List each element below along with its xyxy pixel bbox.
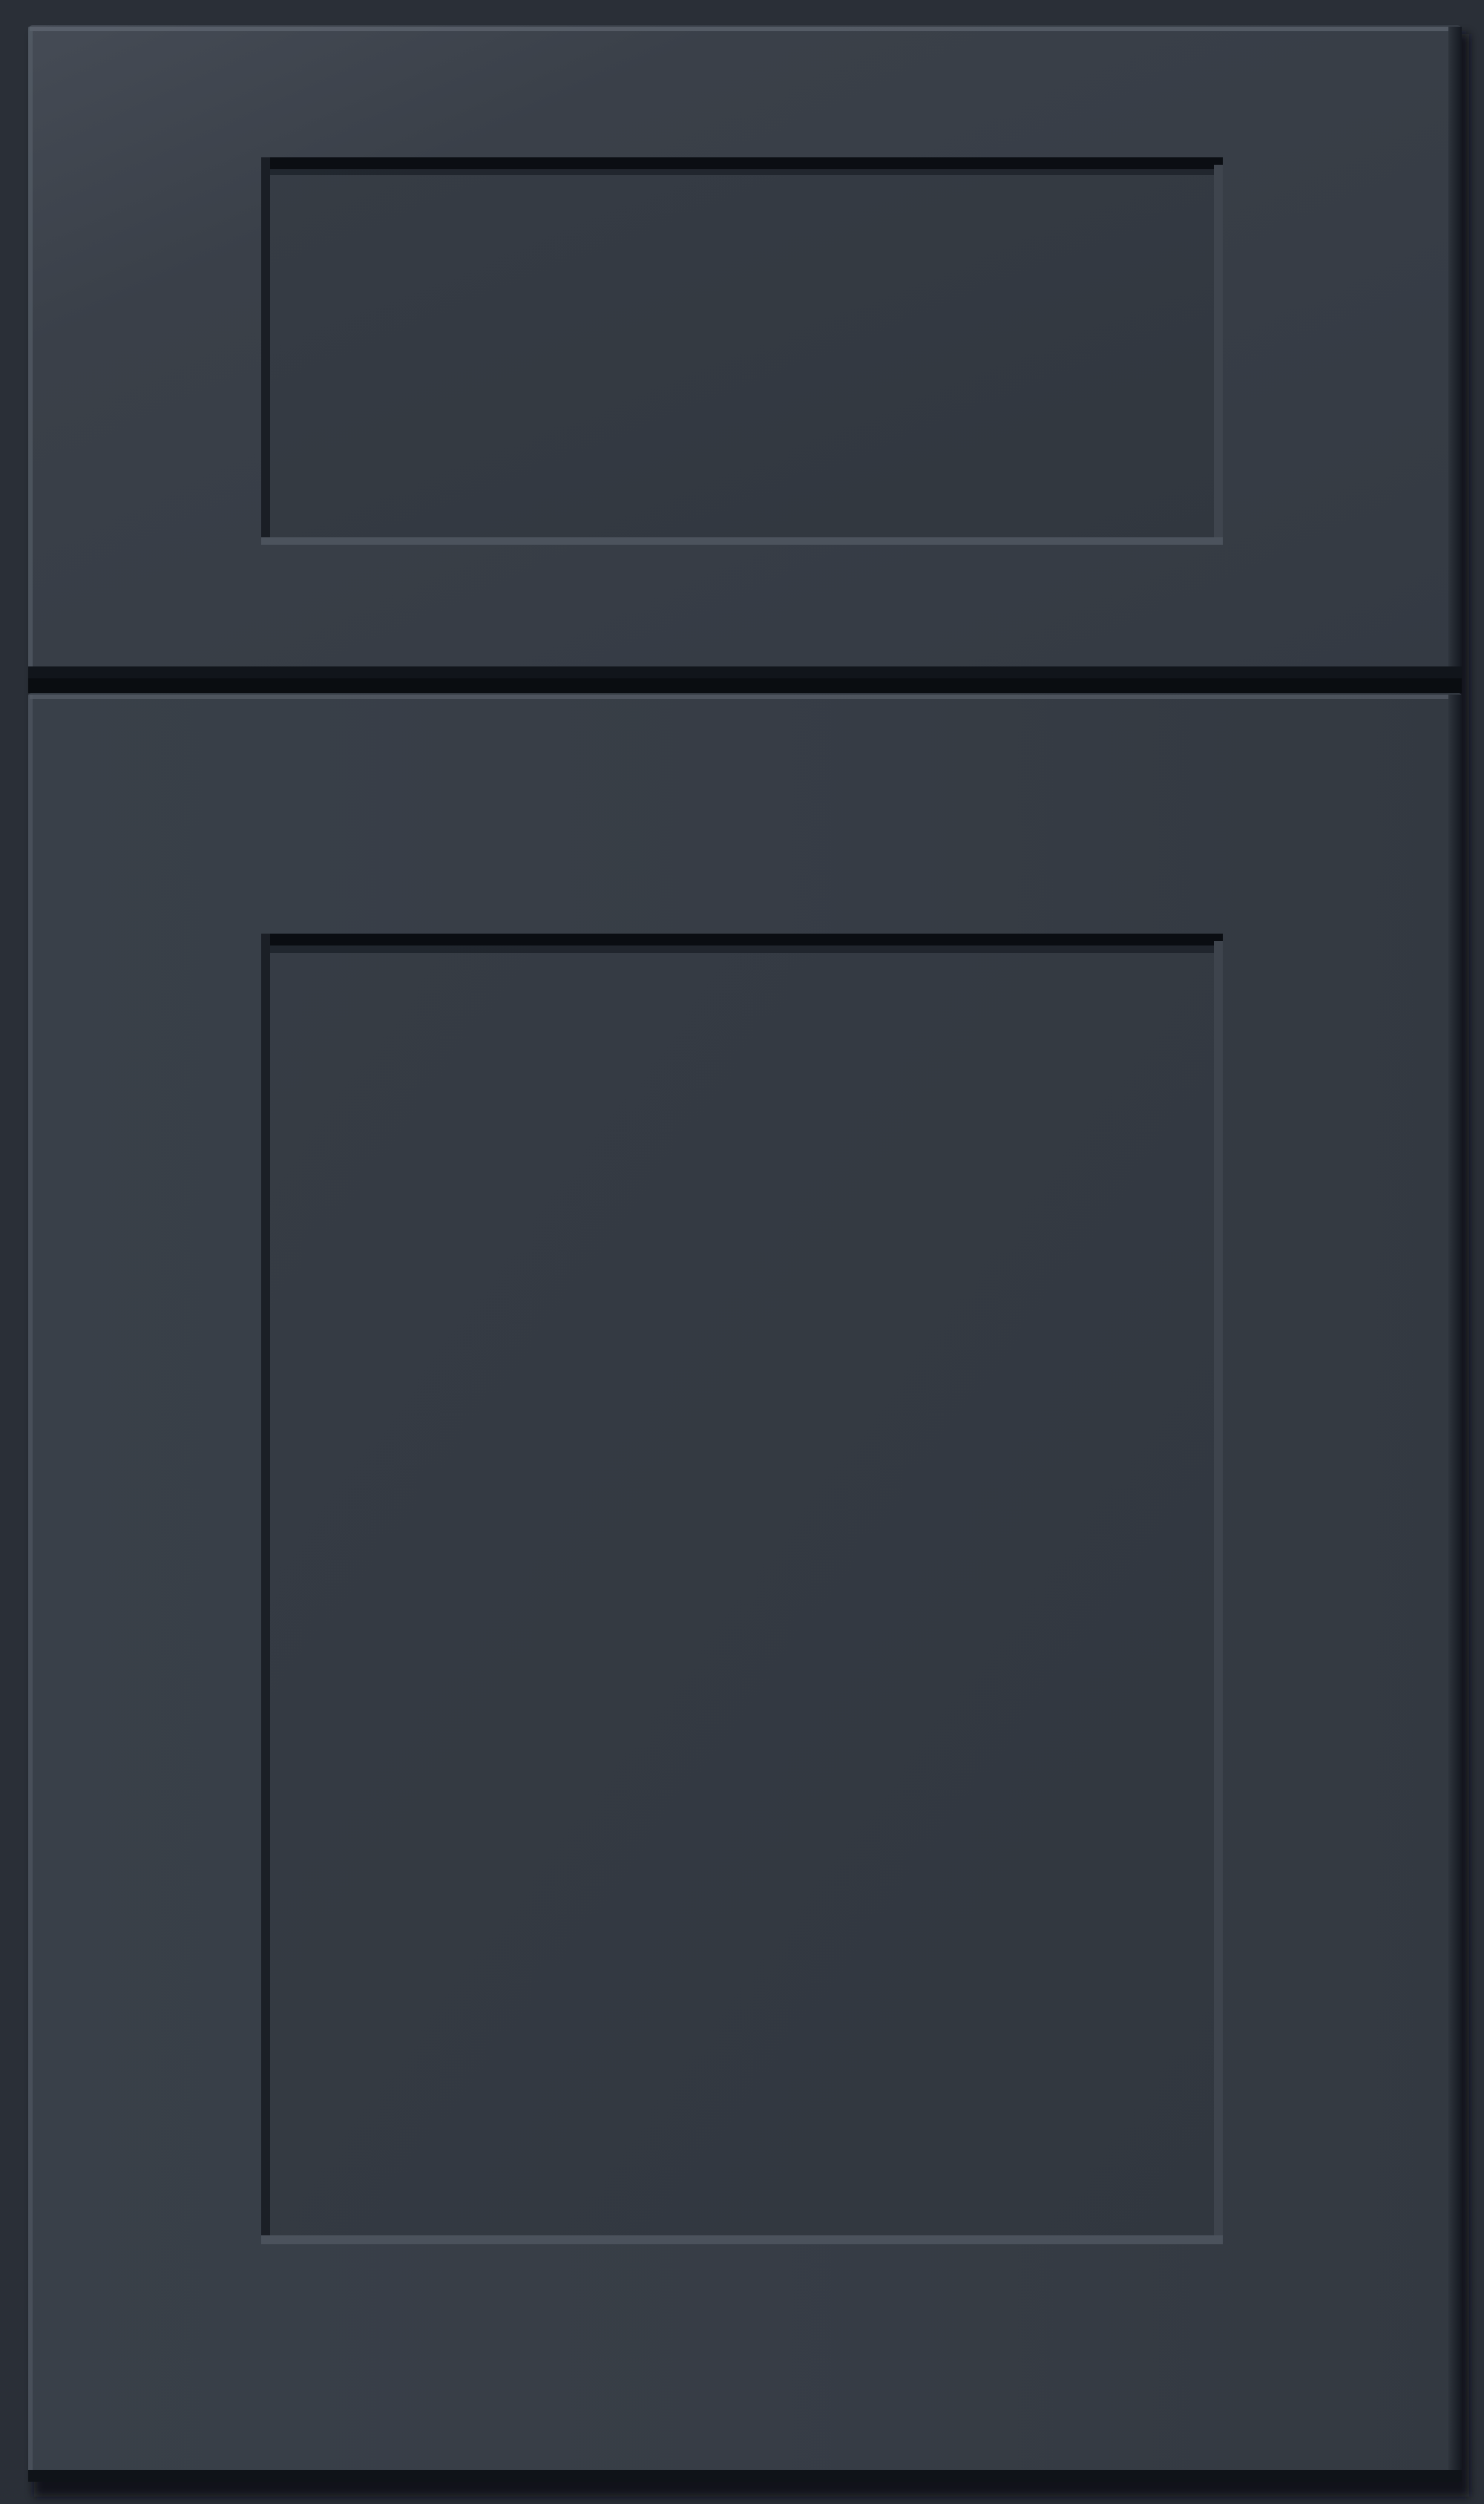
cabinet-door-illustration bbox=[0, 0, 1484, 2504]
door-front bbox=[28, 693, 1462, 2482]
drawer-front bbox=[28, 25, 1462, 678]
door-recessed-panel bbox=[261, 934, 1223, 2244]
drawer-recessed-panel bbox=[261, 157, 1223, 545]
cabinet-door-photo bbox=[0, 0, 1484, 2504]
